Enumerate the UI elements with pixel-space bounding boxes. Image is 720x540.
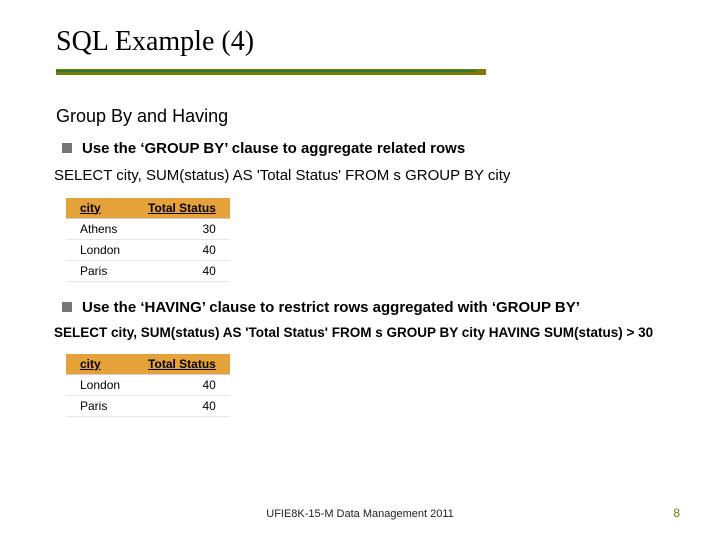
cell-value: 40 (134, 375, 230, 396)
table-row: London 40 (66, 239, 230, 260)
col-total-status: Total Status (134, 354, 230, 375)
slide: SQL Example (4) Group By and Having Use … (0, 0, 720, 540)
page-number: 8 (673, 506, 680, 520)
bullet-marker-icon (62, 143, 72, 153)
bullet-1: Use the ‘GROUP BY’ clause to aggregate r… (62, 139, 670, 159)
cell-city: Paris (66, 396, 134, 417)
sql-query-1: SELECT city, SUM(status) AS 'Total Statu… (54, 167, 670, 184)
cell-value: 40 (134, 239, 230, 260)
col-total-status: Total Status (134, 198, 230, 219)
title-underline (56, 68, 670, 82)
result-table-2: city Total Status London 40 Paris 40 (66, 354, 230, 417)
bullet-marker-icon (62, 302, 72, 312)
cell-value: 30 (134, 218, 230, 239)
section-subtitle: Group By and Having (56, 106, 670, 127)
col-city: city (66, 354, 134, 375)
bullet-2: Use the ‘HAVING’ clause to restrict rows… (62, 298, 670, 318)
sql-query-2: SELECT city, SUM(status) AS 'Total Statu… (54, 325, 670, 340)
table-header-row: city Total Status (66, 354, 230, 375)
table-row: Paris 40 (66, 260, 230, 281)
result-table-1: city Total Status Athens 30 London 40 Pa… (66, 198, 230, 282)
table-row: Paris 40 (66, 396, 230, 417)
cell-city: London (66, 375, 134, 396)
underline-accent (56, 70, 476, 72)
bullet-2-text: Use the ‘HAVING’ clause to restrict rows… (82, 298, 580, 318)
bullet-1-text: Use the ‘GROUP BY’ clause to aggregate r… (82, 139, 465, 159)
table-row: London 40 (66, 375, 230, 396)
cell-value: 40 (134, 396, 230, 417)
cell-city: Athens (66, 218, 134, 239)
table-row: Athens 30 (66, 218, 230, 239)
footer-text: UFIE8K-15-M Data Management 2011 (0, 508, 720, 520)
col-city: city (66, 198, 134, 219)
cell-city: London (66, 239, 134, 260)
slide-title: SQL Example (4) (56, 26, 670, 58)
cell-value: 40 (134, 260, 230, 281)
cell-city: Paris (66, 260, 134, 281)
table-header-row: city Total Status (66, 198, 230, 219)
